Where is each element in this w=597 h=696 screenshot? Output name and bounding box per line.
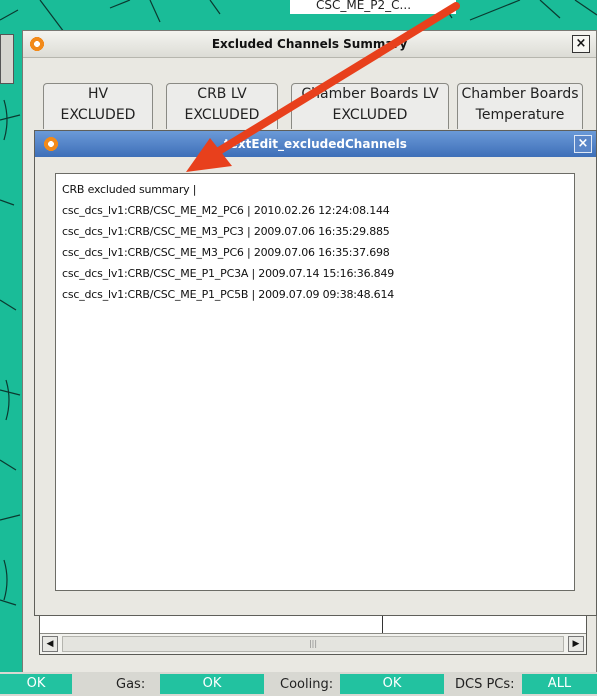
text-edit-excluded-channels-window: textEdit_excludedChannels × CRB excluded… [34,130,597,616]
scroll-right-icon[interactable]: ▶ [568,636,584,652]
tab-label-line1: Chamber Boards [461,86,579,102]
window-titlebar[interactable]: Excluded Channels Summary × [23,31,596,58]
text-line: csc_dcs_lv1:CRB/CSC_ME_M3_PC3 | 2009.07.… [62,225,390,238]
tab-crb-lv-excluded[interactable]: CRB LV EXCLUDED [166,83,278,129]
tab-chamber-boards-temperature[interactable]: Chamber Boards Temperature [457,83,583,129]
tab-chamber-boards-lv-excluded[interactable]: Chamber Boards LV EXCLUDED [291,83,449,129]
text-line: CRB excluded summary | [62,183,197,196]
cooling-status-value[interactable]: OK [340,674,444,694]
window-title: Excluded Channels Summary [211,37,408,51]
tab-label-line2: EXCLUDED [184,107,260,123]
background-chamber-label: CSC_ME_P2_C... [290,0,456,14]
tab-label-line1: Chamber Boards LV [301,86,439,102]
close-icon[interactable]: × [574,135,592,153]
status-value-first: OK [0,674,72,694]
text-line: csc_dcs_lv1:CRB/CSC_ME_P1_PC3A | 2009.07… [62,267,395,280]
scroll-left-icon[interactable]: ◀ [42,636,58,652]
tab-label-line1: HV [87,86,109,102]
results-table[interactable]: ◀ ||| ▶ [39,615,587,655]
text-line: csc_dcs_lv1:CRB/CSC_ME_P1_PC5B | 2009.07… [62,288,395,301]
window-title: textEdit_excludedChannels [224,137,407,151]
gas-status-value[interactable]: OK [160,674,264,694]
tab-hv-excluded[interactable]: HV EXCLUDED [43,83,153,129]
text-line: csc_dcs_lv1:CRB/CSC_ME_M3_PC6 | 2009.07.… [62,246,390,259]
tab-label-line2: Temperature [475,107,565,123]
background-side-box [0,34,14,84]
status-bar: OK Gas: OK Cooling: OK DCS PCs: ALL [0,672,597,696]
table-column-divider [382,616,383,634]
horizontal-scrollbar[interactable]: ◀ ||| ▶ [40,633,586,654]
tab-label-line2: EXCLUDED [60,107,136,123]
excluded-channels-text-area[interactable]: CRB excluded summary | csc_dcs_lv1:CRB/C… [55,173,575,591]
close-icon[interactable]: × [572,35,590,53]
tab-label-line2: EXCLUDED [332,107,408,123]
dcs-pcs-status-value[interactable]: ALL [522,674,597,694]
dcs-pcs-label: DCS PCs: [455,677,515,692]
text-line: csc_dcs_lv1:CRB/CSC_ME_M2_PC6 | 2010.02.… [62,204,390,217]
scroll-thumb[interactable]: ||| [62,636,564,652]
gas-label: Gas: [116,677,146,692]
tab-label-line1: CRB LV [197,86,247,102]
cooling-label: Cooling: [280,677,334,692]
window-titlebar[interactable]: textEdit_excludedChannels × [35,131,596,157]
